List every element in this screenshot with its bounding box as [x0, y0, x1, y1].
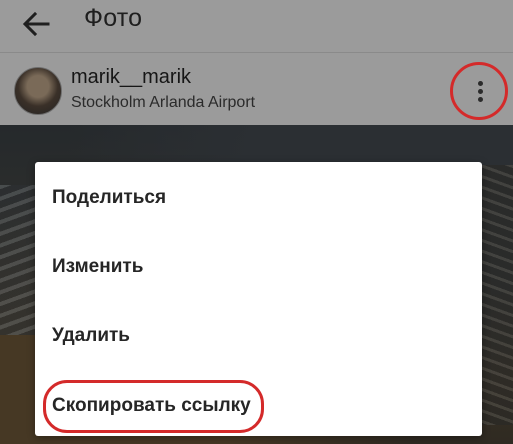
menu-item-label: Поделиться [52, 187, 167, 208]
username-link[interactable]: marik__marik [71, 66, 191, 89]
avatar[interactable] [14, 67, 62, 115]
more-vertical-icon-dot [478, 97, 483, 102]
menu-item-label: Изменить [52, 256, 144, 277]
options-menu: Поделиться Изменить Удалить Скопировать … [35, 162, 482, 436]
page-title: Фото [84, 4, 143, 32]
top-bar: Фото [0, 0, 513, 52]
menu-item-share[interactable]: Поделиться [35, 168, 482, 228]
photo-detail-left [0, 185, 40, 335]
more-vertical-icon [478, 81, 483, 86]
location-link[interactable]: Stockholm Arlanda Airport [71, 94, 255, 112]
menu-item-delete[interactable]: Удалить [35, 306, 482, 366]
photo-detail-right [481, 165, 513, 425]
post-header: marik__marik Stockholm Arlanda Airport [0, 53, 513, 125]
menu-item-edit[interactable]: Изменить [35, 237, 482, 297]
menu-item-label: Скопировать ссылку [52, 395, 251, 416]
back-arrow-icon[interactable] [18, 6, 54, 42]
menu-item-label: Удалить [52, 325, 130, 346]
menu-item-copy-link[interactable]: Скопировать ссылку [35, 376, 482, 436]
more-options-button[interactable] [450, 62, 512, 124]
more-vertical-icon-dot [478, 89, 483, 94]
